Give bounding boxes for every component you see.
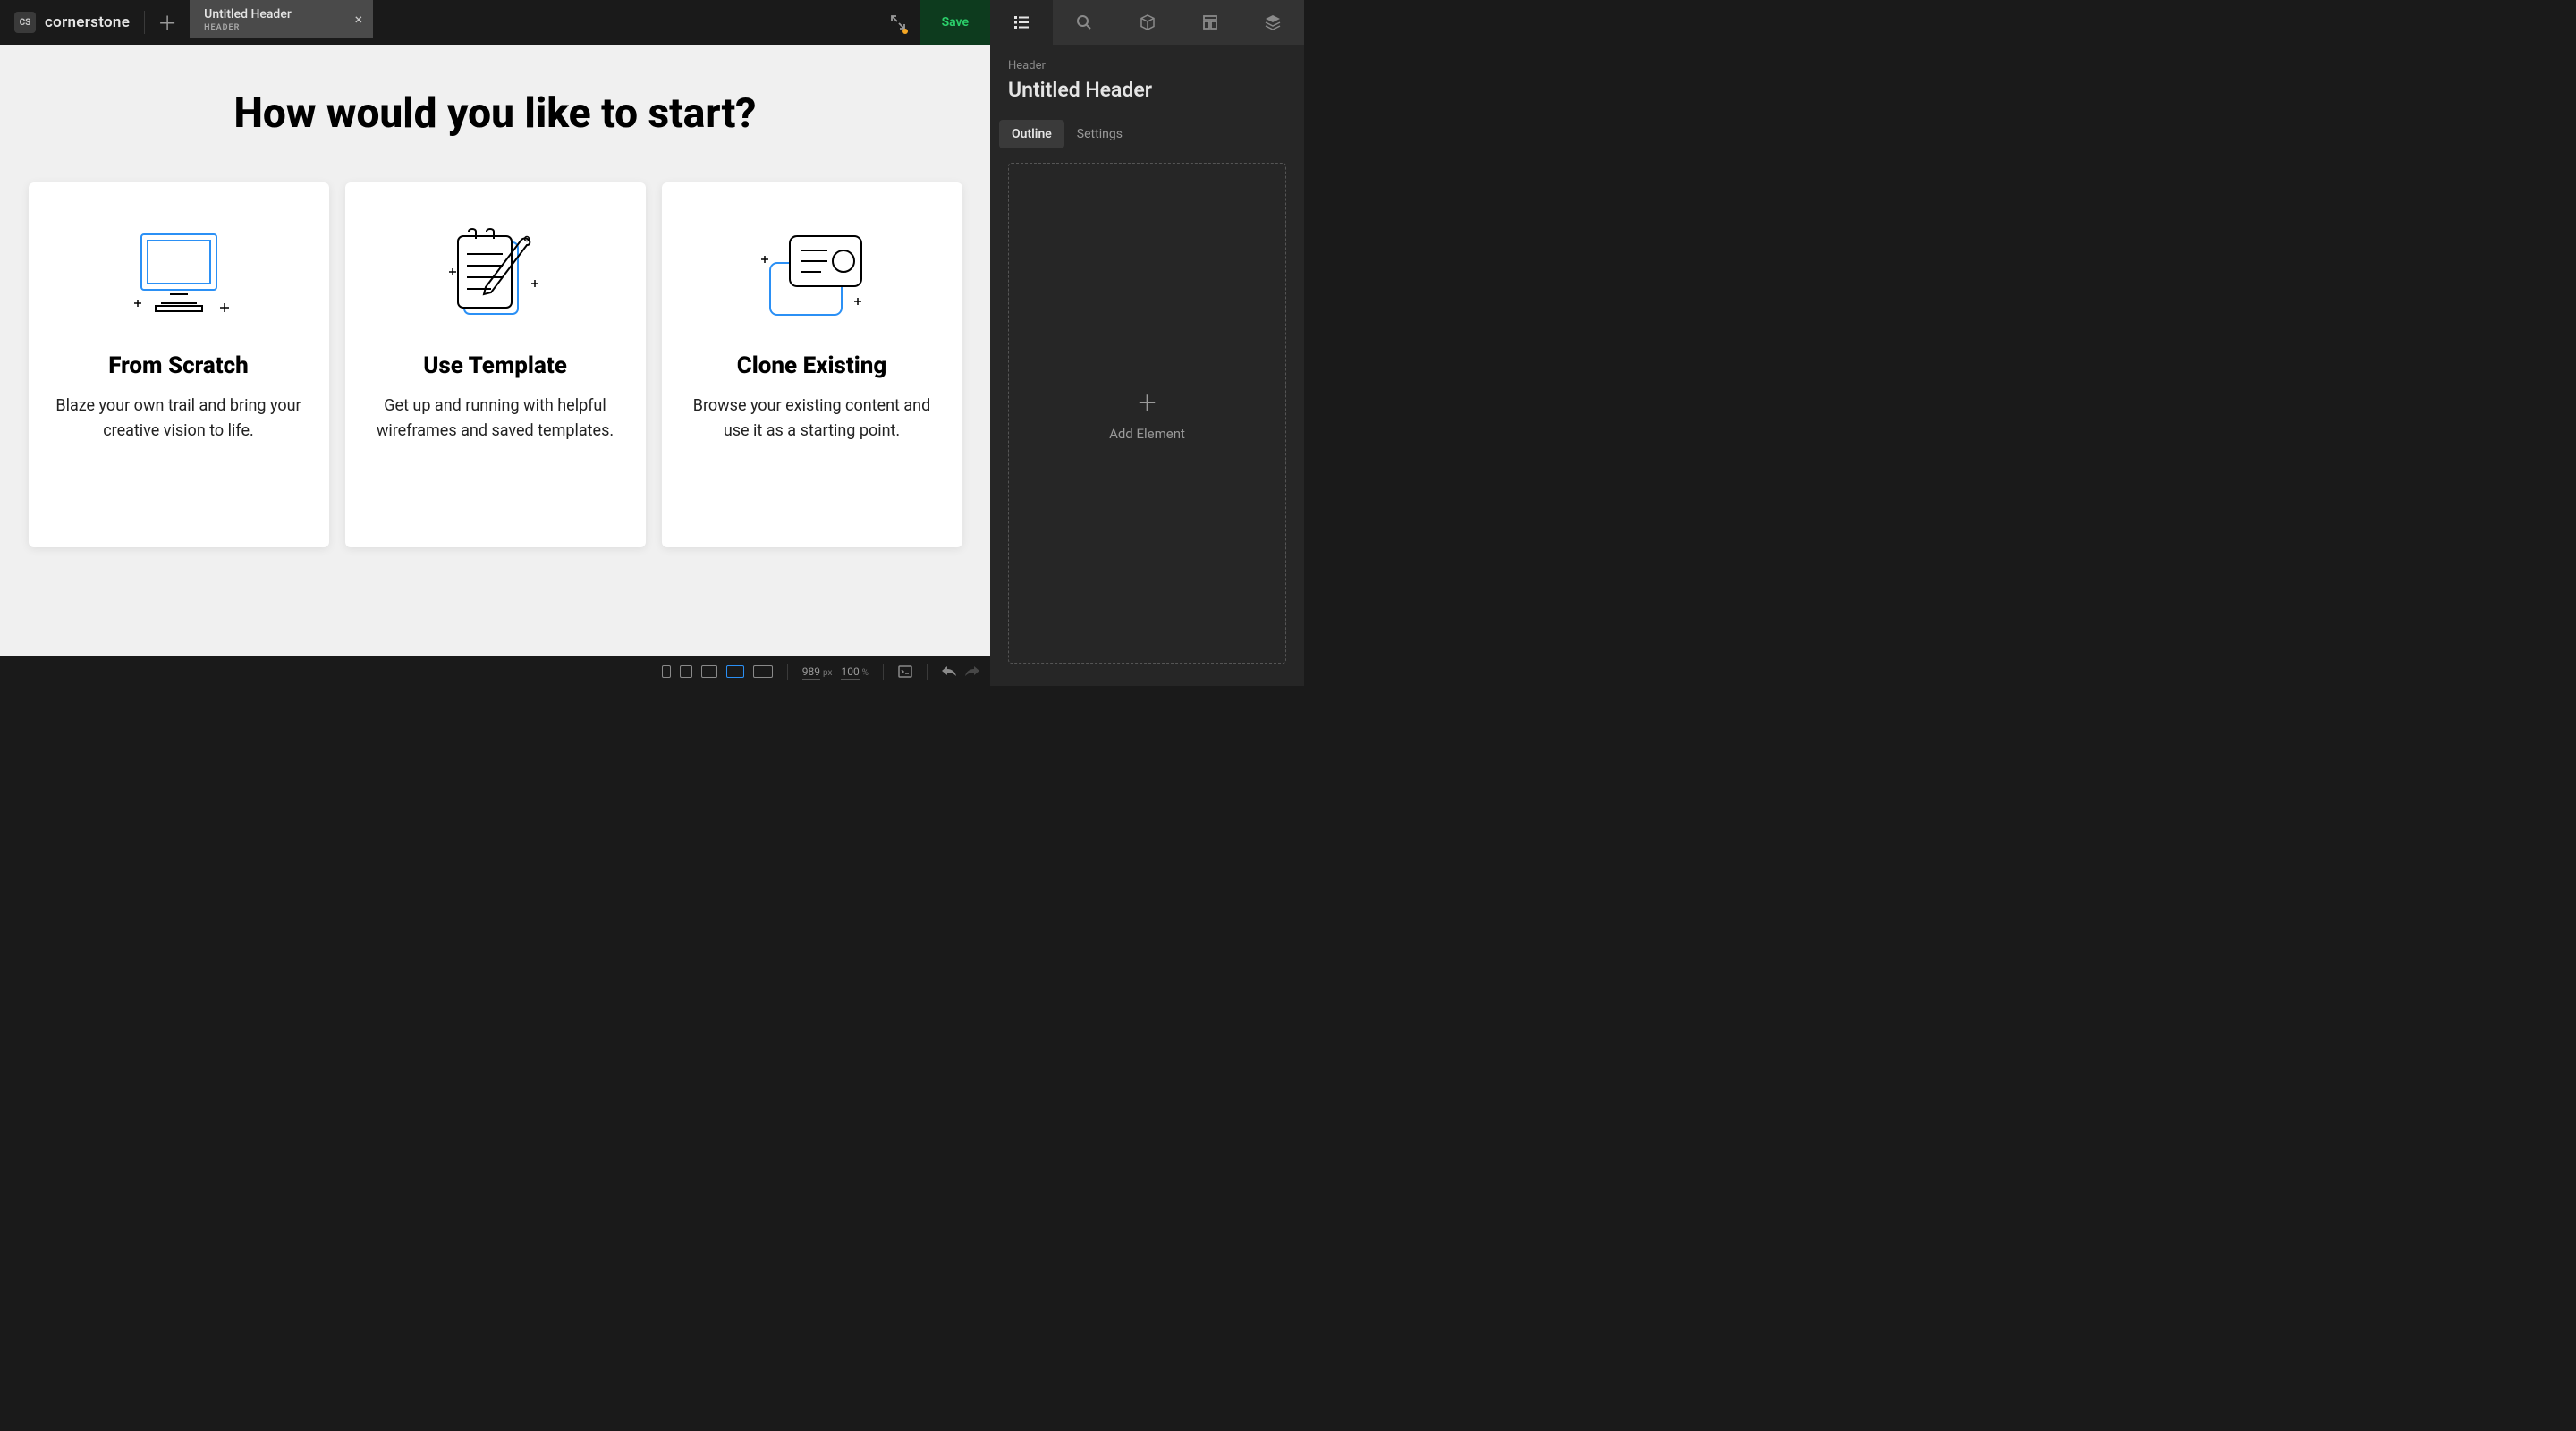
plus-icon: ＋ — [157, 8, 177, 37]
device-tablet-portrait-icon[interactable] — [680, 665, 692, 678]
search-icon — [1076, 14, 1092, 30]
page-heading: How would you like to start? — [27, 89, 963, 138]
drop-label: Add Element — [1109, 426, 1185, 442]
brand[interactable]: CS cornerstone — [0, 0, 144, 45]
terminal-icon — [898, 665, 912, 678]
add-element-dropzone[interactable]: ＋ Add Element — [1008, 163, 1286, 664]
outline-panel-tab[interactable] — [990, 0, 1053, 45]
tab-subtitle: HEADER — [204, 23, 359, 32]
option-desc: Get up and running with helpful wirefram… — [372, 394, 619, 444]
fullscreen-button[interactable] — [876, 0, 920, 45]
undo-button[interactable] — [942, 666, 956, 677]
option-from-scratch[interactable]: From Scratch Blaze your own trail and br… — [29, 182, 329, 547]
redo-icon — [965, 666, 979, 677]
inspector-subtabs: Outline Settings — [990, 120, 1304, 148]
plus-icon: ＋ — [1137, 385, 1158, 417]
search-panel-tab[interactable] — [1053, 0, 1115, 45]
unsaved-indicator-icon — [902, 29, 908, 34]
option-clone-existing[interactable]: Clone Existing Browse your existing cont… — [662, 182, 962, 547]
layers-icon — [1265, 14, 1281, 30]
console-button[interactable] — [898, 665, 912, 678]
zoom-level[interactable]: 100 % — [841, 665, 869, 678]
document-tab[interactable]: Untitled Header HEADER × — [190, 0, 373, 38]
monitor-icon — [55, 218, 302, 334]
canvas: How would you like to start? From Sc — [0, 45, 990, 656]
brand-name: cornerstone — [45, 13, 130, 31]
option-desc: Blaze your own trail and bring your crea… — [55, 394, 302, 444]
topbar: CS cornerstone ＋ Untitled Header HEADER … — [0, 0, 1304, 45]
device-desktop-icon[interactable] — [753, 665, 773, 678]
device-tablet-landscape-icon[interactable] — [701, 665, 717, 678]
device-phone-icon[interactable] — [662, 665, 671, 678]
layout-panel-tab[interactable] — [1179, 0, 1241, 45]
tab-outline[interactable]: Outline — [999, 120, 1064, 148]
add-tab-button[interactable]: ＋ — [145, 0, 190, 45]
breadcrumb[interactable]: Header — [1008, 59, 1286, 72]
inspector-header: Header Untitled Header — [990, 45, 1304, 113]
layout-icon — [1202, 14, 1218, 30]
cube-icon — [1140, 14, 1156, 30]
page-title: Untitled Header — [1008, 78, 1286, 102]
tab-title: Untitled Header — [204, 7, 359, 21]
option-cards: From Scratch Blaze your own trail and br… — [27, 182, 963, 547]
tab-settings[interactable]: Settings — [1064, 120, 1135, 148]
notepad-icon — [372, 218, 619, 334]
inspector-panel: Header Untitled Header Outline Settings … — [990, 45, 1304, 686]
cards-icon — [689, 218, 936, 334]
option-desc: Browse your existing content and use it … — [689, 394, 936, 444]
close-icon[interactable]: × — [355, 11, 363, 28]
option-title: Use Template — [372, 352, 619, 379]
save-button[interactable]: Save — [920, 0, 990, 45]
redo-button[interactable] — [965, 666, 979, 677]
layers-panel-tab[interactable] — [1241, 0, 1304, 45]
elements-panel-tab[interactable] — [1115, 0, 1178, 45]
undo-icon — [942, 666, 956, 677]
brand-logo-icon: CS — [14, 12, 36, 33]
option-title: Clone Existing — [689, 352, 936, 379]
statusbar: 989 px 100 % — [0, 656, 990, 686]
viewport-width[interactable]: 989 px — [802, 665, 833, 678]
option-use-template[interactable]: Use Template Get up and running with hel… — [345, 182, 646, 547]
list-icon — [1013, 14, 1030, 30]
device-laptop-icon[interactable] — [726, 665, 744, 678]
option-title: From Scratch — [55, 352, 302, 379]
